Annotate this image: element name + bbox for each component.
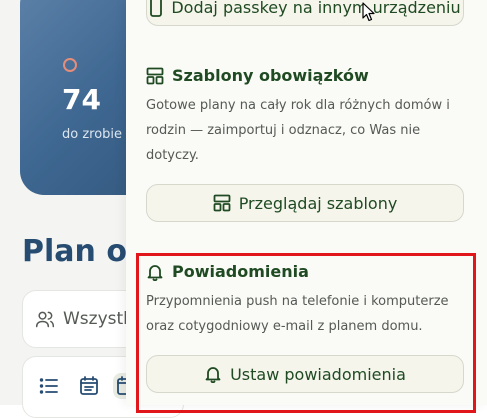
stat-value: 74 (62, 83, 101, 116)
circle-icon (63, 58, 77, 72)
templates-description: Gotowe plany na cały rok dla różnych dom… (146, 98, 450, 163)
add-passkey-button[interactable]: Dodaj passkey na innym urządzeniu (146, 0, 464, 26)
templates-section-title: Szablony obowiązków (146, 66, 369, 85)
list-icon (39, 378, 58, 394)
notifications-section-title: Powiadomienia (146, 262, 309, 281)
template-icon (213, 194, 231, 212)
add-passkey-label: Dodaj passkey na innym urządzeniu (171, 0, 461, 17)
filter-label: Wszystk (63, 309, 134, 329)
bell-icon (205, 367, 221, 383)
stat-label: do zrobie (62, 127, 123, 142)
calendar-icon (80, 376, 98, 395)
browse-templates-label: Przeglądaj szablony (238, 193, 398, 213)
notifications-description: Przypomnienia push na telefonie i komput… (146, 294, 449, 334)
notifications-title-text: Powiadomienia (172, 262, 309, 281)
calendar-view-button[interactable] (76, 373, 102, 399)
bell-icon (147, 264, 163, 281)
template-icon (146, 67, 164, 84)
list-view-button[interactable] (36, 373, 62, 399)
phone-icon (150, 0, 163, 17)
templates-title-text: Szablony obowiązków (172, 66, 369, 85)
set-notifications-label: Ustaw powiadomienia (230, 364, 406, 384)
browse-templates-button[interactable]: Przeglądaj szablony (146, 184, 464, 222)
users-icon (35, 311, 55, 328)
set-notifications-button[interactable]: Ustaw powiadomienia (146, 355, 464, 393)
cursor-icon (362, 2, 375, 22)
settings-panel: Dodaj passkey na innym urządzeniu Szablo… (126, 0, 487, 405)
